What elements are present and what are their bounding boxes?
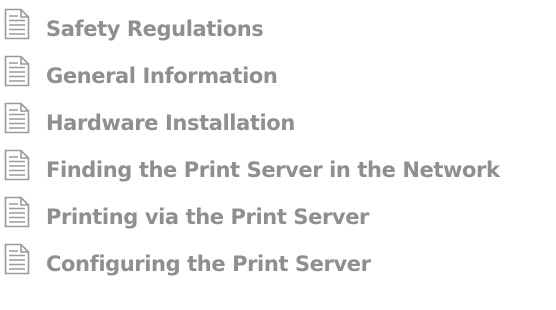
- toc-item-label: Configuring the Print Server: [46, 252, 371, 276]
- toc-item-general-information[interactable]: General Information: [0, 55, 556, 102]
- toc-item-hardware-installation[interactable]: Hardware Installation: [0, 102, 556, 149]
- document-icon: [4, 8, 30, 40]
- toc-item-safety-regulations[interactable]: Safety Regulations: [0, 8, 556, 55]
- toc-item-printing-via-print-server[interactable]: Printing via the Print Server: [0, 196, 556, 243]
- toc-item-label: Printing via the Print Server: [46, 205, 369, 229]
- toc-item-label: Hardware Installation: [46, 111, 295, 135]
- toc-item-label: Safety Regulations: [46, 17, 264, 41]
- document-icon: [4, 102, 30, 134]
- toc-item-finding-print-server[interactable]: Finding the Print Server in the Network: [0, 149, 556, 196]
- document-icon: [4, 55, 30, 87]
- table-of-contents: Safety Regulations General Information H…: [0, 0, 556, 290]
- document-icon: [4, 243, 30, 275]
- toc-item-label: Finding the Print Server in the Network: [46, 158, 500, 182]
- toc-item-configuring-print-server[interactable]: Configuring the Print Server: [0, 243, 556, 290]
- document-icon: [4, 196, 30, 228]
- toc-item-label: General Information: [46, 64, 278, 88]
- document-icon: [4, 149, 30, 181]
